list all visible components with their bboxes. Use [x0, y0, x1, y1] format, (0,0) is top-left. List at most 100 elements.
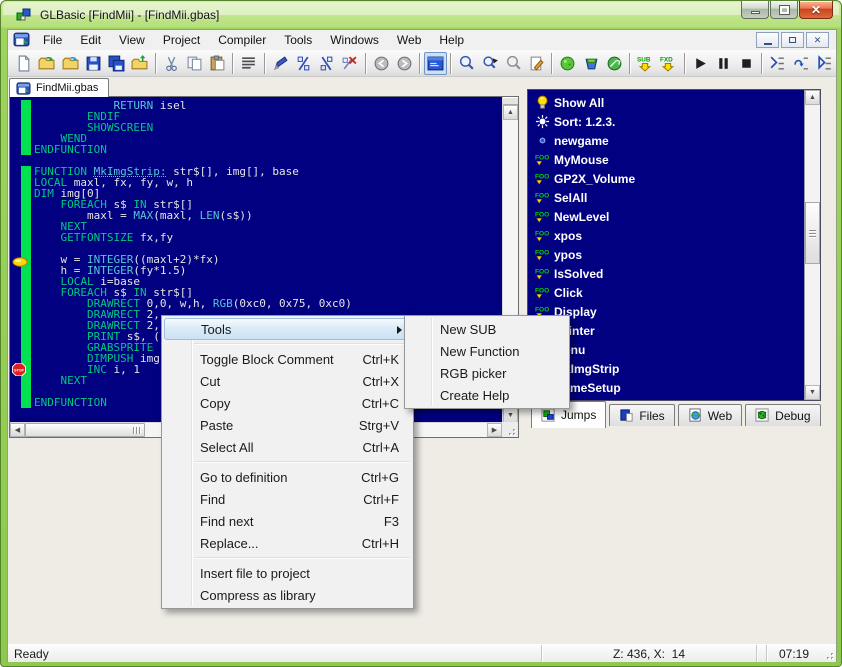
- code-line[interactable]: GETFONTSIZE fx,fy: [10, 232, 502, 243]
- tab-debug[interactable]: Debug: [745, 404, 820, 426]
- scroll-down-button[interactable]: ▼: [503, 408, 518, 423]
- jump-fxd-button[interactable]: FXD: [657, 52, 680, 75]
- jump-sub-button[interactable]: SUB: [634, 52, 657, 75]
- editor-margin[interactable]: [10, 221, 21, 232]
- scroll-left-button[interactable]: ◀: [10, 423, 25, 437]
- code-line[interactable]: ENDFUNCTION: [10, 144, 502, 155]
- menu-windows[interactable]: Windows: [321, 31, 388, 49]
- editor-margin[interactable]: [10, 397, 21, 408]
- menu-item-tools[interactable]: Tools: [164, 318, 411, 340]
- editor-margin[interactable]: [10, 188, 21, 199]
- open-project-button[interactable]: [59, 52, 82, 75]
- bookmark-toggle-button[interactable]: [269, 52, 292, 75]
- jump-item-painter[interactable]: FOOPainter: [530, 321, 803, 340]
- jumps-list[interactable]: Show AllSort: 1.2.3.newgameFOOMyMouse FOO…: [530, 93, 803, 399]
- step-out-button[interactable]: [813, 52, 836, 75]
- editor-margin[interactable]: [10, 155, 21, 166]
- save-file-button[interactable]: [82, 52, 105, 75]
- tab-web[interactable]: Web: [678, 404, 742, 426]
- menu-item-toggle-block-comment[interactable]: Toggle Block CommentCtrl+K: [162, 348, 413, 370]
- jumps-scroll-thumb[interactable]: [805, 202, 820, 264]
- submenu-item-create-help[interactable]: Create Help: [405, 384, 569, 406]
- editor-margin[interactable]: [10, 133, 21, 144]
- editor-tab[interactable]: FindMii.gbas: [9, 78, 109, 97]
- jump-item-ypos[interactable]: FOOypos: [530, 245, 803, 264]
- editor-margin[interactable]: [10, 177, 21, 188]
- jump-item-mymouse[interactable]: FOOMyMouse: [530, 150, 803, 169]
- new-file-button[interactable]: [12, 52, 35, 75]
- pause-button[interactable]: [712, 52, 735, 75]
- menu-project[interactable]: Project: [154, 31, 209, 49]
- jump-item-menu[interactable]: FOOMenu: [530, 340, 803, 359]
- replace-button[interactable]: [525, 52, 548, 75]
- editor-margin[interactable]: [10, 342, 21, 353]
- build-all-button[interactable]: [603, 52, 626, 75]
- editor-margin[interactable]: [10, 232, 21, 243]
- jump-item-selall[interactable]: FOOSelAll: [530, 188, 803, 207]
- find-in-files-button[interactable]: [502, 52, 525, 75]
- nav-forward-button[interactable]: [393, 52, 416, 75]
- nav-back-button[interactable]: [370, 52, 393, 75]
- menu-item-go-to-definition[interactable]: Go to definitionCtrl+G: [162, 466, 413, 488]
- menu-item-find-next[interactable]: Find nextF3: [162, 510, 413, 532]
- editor-margin[interactable]: [10, 309, 21, 320]
- jumps-scrollbar[interactable]: ▲ ▼: [804, 90, 820, 400]
- jump-item-newgame[interactable]: newgame: [530, 131, 803, 150]
- menu-item-compress-as-library[interactable]: Compress as library: [162, 584, 413, 606]
- editor-margin[interactable]: [10, 144, 21, 155]
- horizontal-scroll-thumb[interactable]: [25, 423, 145, 437]
- menu-item-select-all[interactable]: Select AllCtrl+A: [162, 436, 413, 458]
- jump-item-issolved[interactable]: FOOIsSolved: [530, 264, 803, 283]
- title-bar[interactable]: GLBasic [FindMii] - [FindMii.gbas]: [1, 1, 841, 29]
- menu-item-insert-file-to-project[interactable]: Insert file to project: [162, 562, 413, 584]
- menu-item-find[interactable]: FindCtrl+F: [162, 488, 413, 510]
- jumps-scroll-up-button[interactable]: ▲: [805, 90, 820, 105]
- menu-edit[interactable]: Edit: [71, 31, 110, 49]
- menu-item-paste[interactable]: PasteStrg+V: [162, 414, 413, 436]
- find-button[interactable]: [455, 52, 478, 75]
- editor-margin[interactable]: [10, 166, 21, 177]
- jump-item-show-all[interactable]: Show All: [530, 93, 803, 112]
- bookmark-prev-button[interactable]: [315, 52, 338, 75]
- bookmark-next-button[interactable]: [292, 52, 315, 75]
- jump-item-sort-1-2-3[interactable]: Sort: 1.2.3.: [530, 112, 803, 131]
- build-button[interactable]: [580, 52, 603, 75]
- menu-help[interactable]: Help: [430, 31, 473, 49]
- submenu-item-new-sub[interactable]: New SUB: [405, 318, 569, 340]
- editor-margin[interactable]: [10, 298, 21, 309]
- run-button[interactable]: [689, 52, 712, 75]
- mdi-close-button[interactable]: ✕: [806, 32, 829, 48]
- open-file-button[interactable]: [35, 52, 58, 75]
- jump-item-xpos[interactable]: FOOxpos: [530, 226, 803, 245]
- step-into-button[interactable]: [766, 52, 789, 75]
- menu-item-copy[interactable]: CopyCtrl+C: [162, 392, 413, 414]
- scroll-right-button[interactable]: ▶: [487, 423, 502, 437]
- tab-files[interactable]: Files: [609, 404, 674, 426]
- editor-margin[interactable]: [10, 199, 21, 210]
- editor-margin[interactable]: [10, 243, 21, 254]
- step-over-button[interactable]: [790, 52, 813, 75]
- console-window-button[interactable]: [424, 52, 447, 75]
- find-next-button[interactable]: [479, 52, 502, 75]
- menu-view[interactable]: View: [110, 31, 154, 49]
- editor-margin[interactable]: [10, 100, 21, 111]
- editor-margin[interactable]: [10, 320, 21, 331]
- jumps-scroll-down-button[interactable]: ▼: [805, 385, 820, 400]
- menu-web[interactable]: Web: [388, 31, 430, 49]
- close-button[interactable]: ✕: [799, 1, 833, 19]
- editor-split-handle[interactable]: [503, 97, 518, 105]
- paste-button[interactable]: [206, 52, 229, 75]
- mdi-restore-button[interactable]: [781, 32, 804, 48]
- minimize-button[interactable]: [741, 1, 769, 19]
- editor-margin[interactable]: [10, 287, 21, 298]
- editor-margin[interactable]: [10, 111, 21, 122]
- jump-item-newlevel[interactable]: FOONewLevel: [530, 207, 803, 226]
- bookmark-marker[interactable]: [12, 254, 28, 272]
- editor-margin[interactable]: [10, 276, 21, 287]
- stop-button[interactable]: [735, 52, 758, 75]
- jump-item-display[interactable]: FOODisplay: [530, 302, 803, 321]
- menu-compiler[interactable]: Compiler: [209, 31, 275, 49]
- menu-tools[interactable]: Tools: [275, 31, 321, 49]
- export-project-button[interactable]: [128, 52, 151, 75]
- jump-item-gamesetup[interactable]: FOOGameSetup: [530, 378, 803, 397]
